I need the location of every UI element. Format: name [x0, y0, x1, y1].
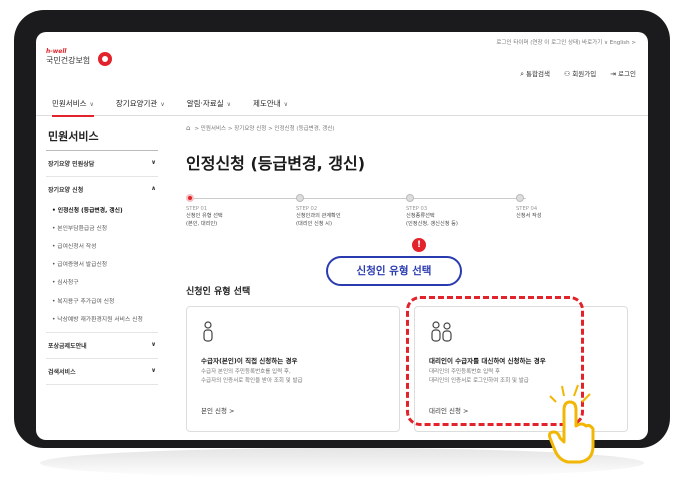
- search-link[interactable]: ⌕ 통합검색: [520, 68, 550, 79]
- page-title: 인정신청 (등급변경, 갱신): [186, 154, 366, 173]
- utility-links: ⌕ 통합검색 ⚇ 회원가입 ⇥ 로그인: [520, 68, 636, 79]
- gnb-item-system-guide[interactable]: 제도안내 ∨: [253, 92, 288, 116]
- login-link[interactable]: ⇥ 로그인: [610, 68, 636, 79]
- sidebar-item-search-service[interactable]: 검색서비스 ∨: [46, 359, 158, 385]
- browser-screen: 로그인 타이머 (연장 이 로그인 상태) 바로가기 ∨ English > h…: [36, 32, 648, 440]
- chevron-down-icon: ∨: [89, 100, 94, 108]
- self-apply-link[interactable]: 본인 신청 >: [201, 405, 235, 415]
- main-content: ⌂ > 민원서비스 > 장기요양 신청 > 인정신청 (등급변경, 갱신) 인정신…: [186, 124, 632, 432]
- user-plus-icon: ⚇: [563, 70, 571, 78]
- join-link[interactable]: ⚇ 회원가입: [564, 68, 596, 79]
- login-icon: ⇥: [610, 70, 617, 78]
- site-logo[interactable]: h-well 국민건강보험: [46, 48, 112, 66]
- sidebar: 민원서비스 장기요양 민원상담∨ 장기요양 신청∧ 인정신청 (등급변경, 갱신…: [46, 124, 158, 385]
- chevron-down-icon: ∨: [283, 100, 289, 108]
- chevron-down-icon: ∨: [151, 340, 156, 348]
- sidebar-subitem-recognition[interactable]: 인정신청 (등급변경, 갱신): [46, 202, 158, 220]
- step-2: STEP 02 신청인과의 관계확인 (대리인 신청 시): [296, 194, 396, 229]
- logo-brand-en: h-well: [46, 48, 67, 55]
- step-dot: [296, 194, 304, 202]
- self-apply-card[interactable]: 수급자(본인)이 직접 신청하는 경우 수급자 본인의 주민등록번호를 입력 후…: [186, 306, 400, 432]
- step-dot: [406, 194, 414, 202]
- section-title: 신청인 유형 선택: [186, 287, 251, 297]
- chevron-down-icon: ∨: [151, 159, 156, 166]
- global-nav: 민원서비스 ∨ 장기요양기관 ∨ 알림·자료실 ∨ 제도안내 ∨: [36, 92, 648, 117]
- breadcrumb: ⌂ > 민원서비스 > 장기요양 신청 > 인정신청 (등급변경, 갱신): [186, 124, 335, 132]
- sidebar-item-reward[interactable]: 포상금제도안내 ∨: [46, 333, 158, 359]
- chevron-down-icon: ∨: [226, 100, 232, 108]
- search-icon: ⌕: [520, 70, 525, 78]
- sidebar-subitem-certificate[interactable]: 급여증명서 발급신청: [46, 256, 158, 274]
- gnb-item-notice[interactable]: 알림·자료실 ∨: [187, 92, 231, 116]
- sidebar-subitem-benefit-form[interactable]: 급여신청서 작성: [46, 238, 158, 256]
- step-1: STEP 01 신청인 유형 선택 (본인, 대리인): [186, 194, 286, 229]
- sidebar-subitem-review[interactable]: 심사청구: [46, 274, 158, 292]
- sidebar-subitem-fall-prevention[interactable]: 낙상예방 재가환경지원 서비스 신청: [46, 311, 158, 333]
- callout-label: 신청인 유형 선택: [326, 256, 462, 286]
- step-dot: [516, 194, 524, 202]
- chevron-up-icon: ∧: [151, 185, 156, 192]
- card-title: 수급자(본인)이 직접 신청하는 경우: [201, 357, 298, 365]
- gnb-item-civil-service[interactable]: 민원서비스 ∨: [52, 92, 94, 117]
- sidebar-subitem-refund[interactable]: 본인부담환급금 신청: [46, 220, 158, 238]
- chevron-down-icon: ∨: [151, 366, 156, 374]
- home-icon[interactable]: ⌂: [186, 124, 190, 132]
- top-utility-bar[interactable]: 로그인 타이머 (연장 이 로그인 상태) 바로가기 ∨ English >: [36, 38, 636, 46]
- sidebar-item-apply[interactable]: 장기요양 신청 ∧: [46, 177, 158, 202]
- step-3: STEP 03 신청종류선택 (인정신청, 갱신신청 등): [406, 194, 506, 229]
- gnb-item-care-institution[interactable]: 장기요양기관 ∨: [116, 92, 165, 116]
- person-icon: [201, 321, 385, 347]
- alert-icon: !: [412, 238, 426, 252]
- card-desc: 수급자의 인증서로 확인을 받아 조회 및 발급: [201, 377, 303, 384]
- sidebar-title: 민원서비스: [46, 124, 158, 151]
- card-desc: 수급자 본인의 주민등록번호를 입력 후,: [201, 369, 291, 375]
- step-indicator: STEP 01 신청인 유형 선택 (본인, 대리인) STEP 02 신청인과…: [186, 194, 546, 244]
- pointing-hand-icon: [548, 400, 595, 464]
- sidebar-subitem-welfare-equipment[interactable]: 복지용구 추가급여 신청: [46, 293, 158, 311]
- sidebar-item-consult[interactable]: 장기요양 민원상담 ∨: [46, 151, 158, 177]
- step-4: STEP 04 신청서 작성: [516, 194, 616, 221]
- logo-mark-icon: [98, 52, 112, 66]
- chevron-down-icon: ∨: [160, 100, 165, 108]
- step-dot-active: [186, 194, 194, 202]
- logo-brand-ko: 국민건강보험: [46, 56, 91, 65]
